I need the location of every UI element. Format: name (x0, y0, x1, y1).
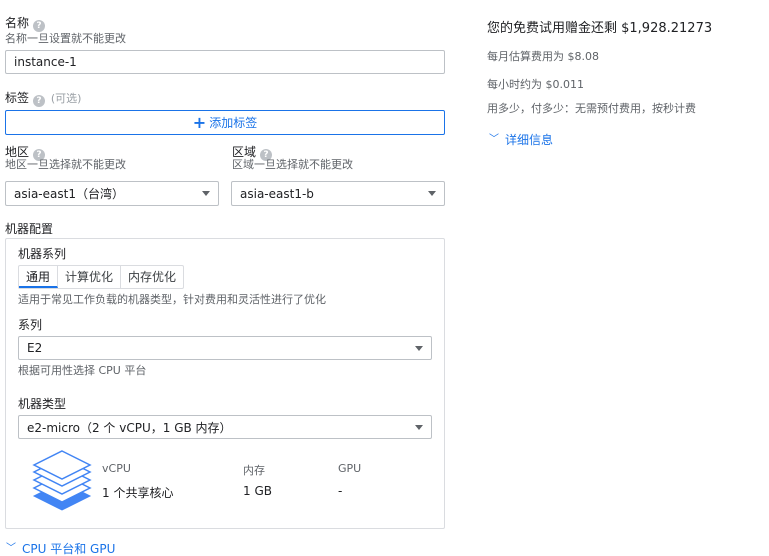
monthly-estimate: 每月估算费用为 $8.08 (487, 50, 599, 63)
machine-type-select-value: e2-micro（2 个 vCPU，1 GB 内存） (27, 420, 232, 435)
layers-stack-icon (32, 450, 92, 511)
region-label: 地区 (5, 145, 30, 159)
region-select-value: asia-east1（台湾） (14, 187, 124, 201)
gpu-value: - (338, 484, 343, 498)
series-select[interactable]: E2 (18, 336, 432, 360)
machine-family-label: 机器系列 (18, 247, 67, 261)
series-hint: 根据可用性选择 CPU 平台 (18, 364, 147, 377)
gpu-header: GPU (338, 462, 362, 475)
free-trial-credit: 您的免费试用赠金还剩 $1,928.21273 (487, 21, 713, 36)
labels-label-row: 标签? (可选) (5, 91, 81, 107)
details-link[interactable]: ﹀ 详细信息 (489, 131, 553, 148)
memory-header: 内存 (243, 464, 265, 477)
name-input[interactable]: instance-1 (5, 50, 445, 74)
help-icon[interactable]: ? (33, 95, 46, 107)
name-label-row: 名称? (5, 16, 46, 32)
labels-label: 标签 (5, 91, 30, 105)
dropdown-caret-icon (202, 191, 210, 196)
region-select[interactable]: asia-east1（台湾） (5, 181, 219, 206)
vcpu-value: 1 个共享核心 (102, 486, 174, 500)
zone-hint: 区域一旦选择就不能更改 (232, 158, 353, 171)
series-select-value: E2 (27, 341, 43, 355)
machine-family-tabs: 通用 计算优化 内存优化 (18, 265, 185, 289)
help-icon[interactable]: ? (33, 20, 46, 32)
labels-optional: (可选) (50, 92, 82, 105)
name-label: 名称 (5, 16, 30, 30)
series-label: 系列 (18, 318, 43, 332)
vcpu-header: vCPU (102, 462, 131, 475)
tab-memory-optimized[interactable]: 内存优化 (121, 266, 183, 288)
double-chevron-down-icon: ﹀ (489, 133, 499, 145)
double-chevron-down-icon: ﹀ (6, 542, 16, 554)
machine-type-select[interactable]: e2-micro（2 个 vCPU，1 GB 内存） (18, 415, 432, 439)
plus-icon: + (192, 112, 207, 132)
add-label-button-text: 添加标签 (209, 116, 258, 130)
region-hint: 地区一旦选择就不能更改 (5, 158, 126, 171)
zone-select-value: asia-east1-b (240, 186, 314, 201)
hourly-estimate: 每小时约为 $0.011 (487, 78, 584, 91)
name-hint: 名称一旦设置就不能更改 (5, 32, 126, 45)
cpu-platform-gpu-link-text: CPU 平台和 GPU (22, 542, 116, 556)
zone-select[interactable]: asia-east1-b (231, 181, 445, 206)
details-link-text: 详细信息 (505, 133, 554, 147)
billing-note: 用多少，付多少：无需预付费用，按秒计费 (487, 102, 696, 115)
machine-family-description: 适用于常见工作负载的机器类型，针对费用和灵活性进行了优化 (18, 293, 326, 306)
machine-config-title: 机器配置 (5, 222, 54, 236)
zone-label: 区域 (232, 145, 257, 159)
tab-general-purpose[interactable]: 通用 (19, 266, 59, 288)
dropdown-caret-icon (428, 191, 436, 196)
memory-value: 1 GB (243, 484, 272, 498)
add-label-button[interactable]: + 添加标签 (5, 110, 445, 135)
cpu-platform-gpu-link[interactable]: ﹀ CPU 平台和 GPU (6, 540, 115, 556)
dropdown-caret-icon (415, 424, 423, 430)
machine-type-label: 机器类型 (18, 397, 67, 411)
dropdown-caret-icon (415, 345, 423, 351)
tab-compute-optimized[interactable]: 计算优化 (58, 266, 122, 288)
